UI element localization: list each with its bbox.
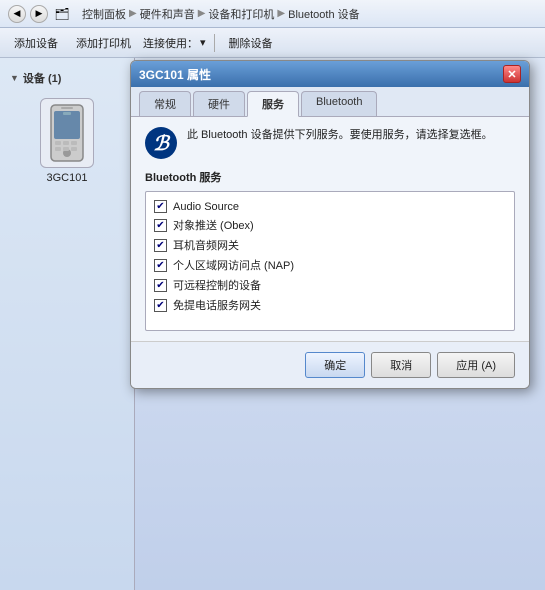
service-item-1[interactable]: ✔ 对象推送 (Obex) [154, 215, 506, 235]
dialog-titlebar: 3GC101 属性 ✕ [131, 61, 529, 87]
dropdown-arrow-icon: ▾ [200, 36, 206, 49]
add-printer-button[interactable]: 添加打印机 [70, 33, 137, 53]
dialog-title: 3GC101 属性 [139, 66, 211, 83]
service-label-1: 对象推送 (Obex) [173, 217, 254, 233]
checkmark-2: ✔ [156, 240, 164, 251]
services-section-label: Bluetooth 服务 [145, 169, 515, 185]
service-label-0: Audio Source [173, 201, 239, 213]
breadcrumb-item-3[interactable]: 设备和打印机 [208, 6, 274, 22]
phone-svg [47, 103, 87, 163]
nav-forward-btn[interactable]: ▶ [30, 5, 48, 23]
service-label-2: 耳机音频网关 [173, 237, 239, 253]
section-collapse-icon[interactable]: ▼ [10, 73, 19, 83]
toolbar-separator [214, 34, 215, 52]
service-item-4[interactable]: ✔ 可远程控制的设备 [154, 275, 506, 295]
address-bar: ◀ ▶ 🗂 控制面板 ▶ 硬件和声音 ▶ 设备和打印机 ▶ Bluetooth … [0, 0, 545, 28]
devices-section-label: 设备 (1) [23, 70, 62, 86]
add-device-button[interactable]: 添加设备 [8, 33, 64, 53]
breadcrumb-item-2[interactable]: 硬件和声音 [140, 6, 195, 22]
connect-use-dropdown[interactable]: 连接使用： ▾ [143, 35, 206, 51]
service-checkbox-5[interactable]: ✔ [154, 299, 167, 312]
checkmark-3: ✔ [156, 260, 164, 271]
connect-use-label: 连接使用： [143, 35, 198, 51]
breadcrumb-sep-2: ▶ [198, 8, 206, 19]
service-checkbox-1[interactable]: ✔ [154, 219, 167, 232]
service-item-2[interactable]: ✔ 耳机音频网关 [154, 235, 506, 255]
nav-back-btn[interactable]: ◀ [8, 5, 26, 23]
apply-button[interactable]: 应用 (A) [437, 352, 515, 378]
service-item-0[interactable]: ✔ Audio Source [154, 198, 506, 215]
breadcrumb-sep-3: ▶ [277, 8, 285, 19]
bluetooth-icon: ℬ [145, 127, 177, 159]
tab-services[interactable]: 服务 [247, 91, 299, 117]
service-checkbox-2[interactable]: ✔ [154, 239, 167, 252]
services-listbox: ✔ Audio Source ✔ 对象推送 (Obex) ✔ 耳机音频网关 ✔ … [145, 191, 515, 331]
service-label-5: 免提电话服务网关 [173, 297, 261, 313]
delete-device-button[interactable]: 删除设备 [223, 33, 279, 53]
service-item-5[interactable]: ✔ 免提电话服务网关 [154, 295, 506, 315]
tab-general[interactable]: 常规 [139, 91, 191, 116]
service-checkbox-0[interactable]: ✔ [154, 200, 167, 213]
dialog-body: ℬ 此 Bluetooth 设备提供下列服务。要使用服务，请选择复选框。 Blu… [131, 117, 529, 341]
left-panel: ▼ 设备 (1) 3GC101 [0, 58, 135, 590]
bluetooth-symbol: ℬ [153, 131, 169, 156]
checkmark-5: ✔ [156, 300, 164, 311]
properties-dialog: 3GC101 属性 ✕ 常规 硬件 服务 Bluetooth ℬ 此 Bluet… [130, 60, 530, 389]
checkmark-1: ✔ [156, 220, 164, 231]
dialog-footer: 确定 取消 应用 (A) [131, 341, 529, 388]
service-checkbox-3[interactable]: ✔ [154, 259, 167, 272]
toolbar: 添加设备 添加打印机 连接使用： ▾ 删除设备 [0, 28, 545, 58]
breadcrumb: 控制面板 ▶ 硬件和声音 ▶ 设备和打印机 ▶ Bluetooth 设备 [82, 6, 360, 22]
device-icon [40, 98, 94, 168]
ok-button[interactable]: 确定 [305, 352, 365, 378]
cancel-button[interactable]: 取消 [371, 352, 431, 378]
folder-icon: 🗂 [52, 4, 72, 24]
checkmark-0: ✔ [156, 201, 164, 212]
breadcrumb-item-1[interactable]: 控制面板 [82, 6, 126, 22]
checkmark-4: ✔ [156, 280, 164, 291]
description-row: ℬ 此 Bluetooth 设备提供下列服务。要使用服务，请选择复选框。 [145, 127, 515, 159]
tab-hardware[interactable]: 硬件 [193, 91, 245, 116]
devices-section-header: ▼ 设备 (1) [0, 66, 134, 90]
service-item-3[interactable]: ✔ 个人区域网访问点 (NAP) [154, 255, 506, 275]
breadcrumb-sep-1: ▶ [129, 8, 137, 19]
description-text: 此 Bluetooth 设备提供下列服务。要使用服务，请选择复选框。 [187, 127, 493, 144]
breadcrumb-item-4[interactable]: Bluetooth 设备 [288, 6, 360, 22]
tab-bluetooth[interactable]: Bluetooth [301, 91, 377, 116]
device-list-item[interactable]: 3GC101 [0, 90, 134, 192]
service-checkbox-4[interactable]: ✔ [154, 279, 167, 292]
service-label-4: 可远程控制的设备 [173, 277, 261, 293]
tab-bar: 常规 硬件 服务 Bluetooth [131, 87, 529, 117]
device-name-label: 3GC101 [47, 172, 88, 184]
service-label-3: 个人区域网访问点 (NAP) [173, 257, 294, 273]
dialog-close-button[interactable]: ✕ [503, 65, 521, 83]
